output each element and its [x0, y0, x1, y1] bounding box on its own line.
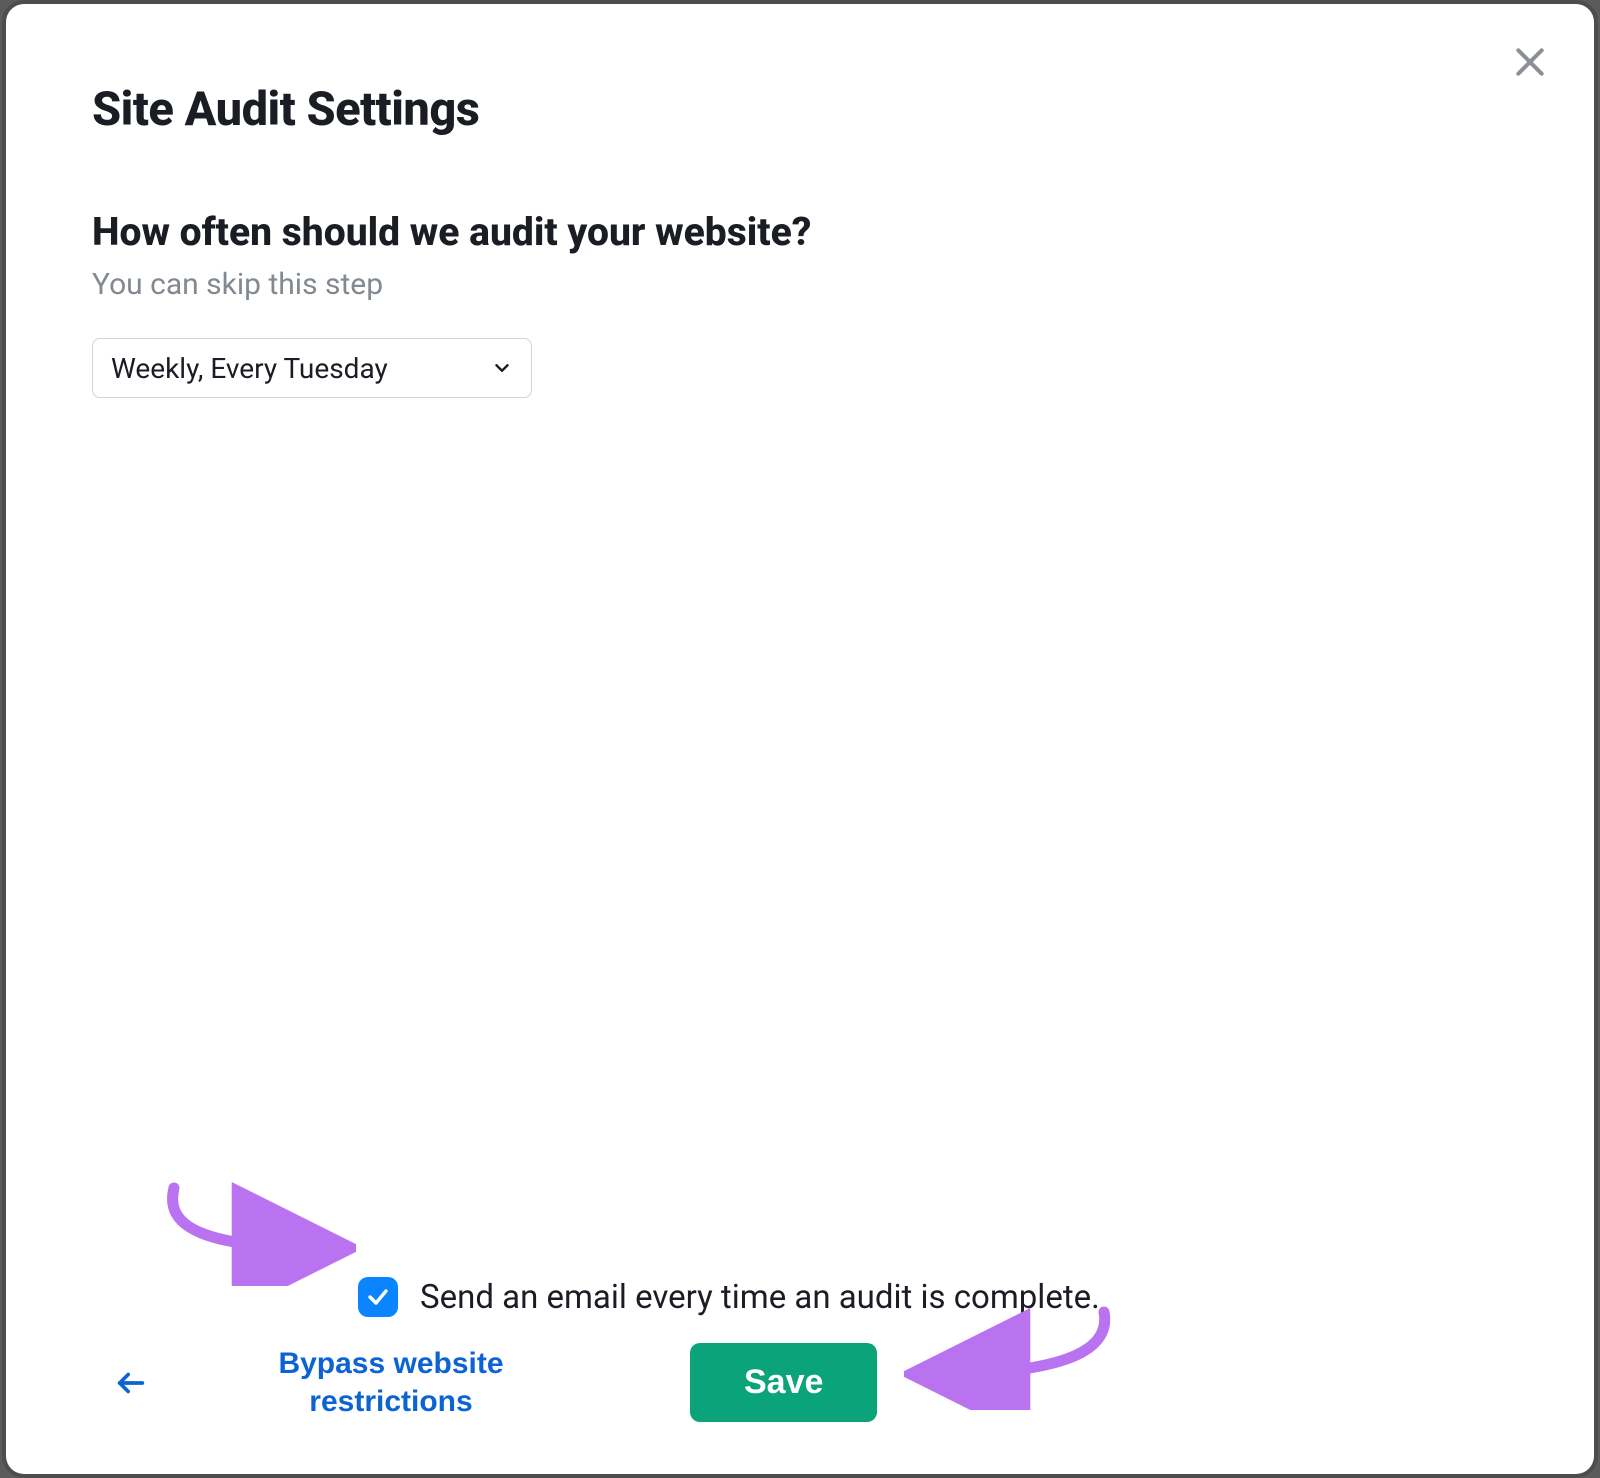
email-notify-row: Send an email every time an audit is com…: [358, 1277, 1508, 1317]
modal-content: Site Audit Settings How often should we …: [6, 4, 1594, 398]
check-icon: [366, 1285, 390, 1309]
audit-frequency-heading: How often should we audit your website?: [92, 209, 1508, 255]
frequency-selected-value: Weekly, Every Tuesday: [111, 352, 388, 385]
arrow-left-icon: [114, 1366, 148, 1400]
save-button[interactable]: Save: [690, 1343, 877, 1422]
modal-footer: Send an email every time an audit is com…: [6, 1277, 1594, 1422]
close-icon: [1510, 42, 1550, 82]
modal-title: Site Audit Settings: [92, 82, 1508, 137]
skip-note: You can skip this step: [92, 267, 1508, 302]
chevron-down-icon: [491, 357, 513, 379]
settings-modal: Site Audit Settings How often should we …: [6, 4, 1594, 1474]
email-notify-label: Send an email every time an audit is com…: [420, 1278, 1100, 1317]
bypass-restrictions-link[interactable]: Bypass website restrictions: [226, 1345, 556, 1420]
annotation-arrow-left: [156, 1176, 356, 1286]
email-notify-checkbox[interactable]: [358, 1277, 398, 1317]
back-button[interactable]: [104, 1356, 158, 1410]
footer-actions: Bypass website restrictions Save: [92, 1343, 1508, 1422]
close-button[interactable]: [1506, 38, 1554, 86]
frequency-select[interactable]: Weekly, Every Tuesday: [92, 338, 532, 398]
